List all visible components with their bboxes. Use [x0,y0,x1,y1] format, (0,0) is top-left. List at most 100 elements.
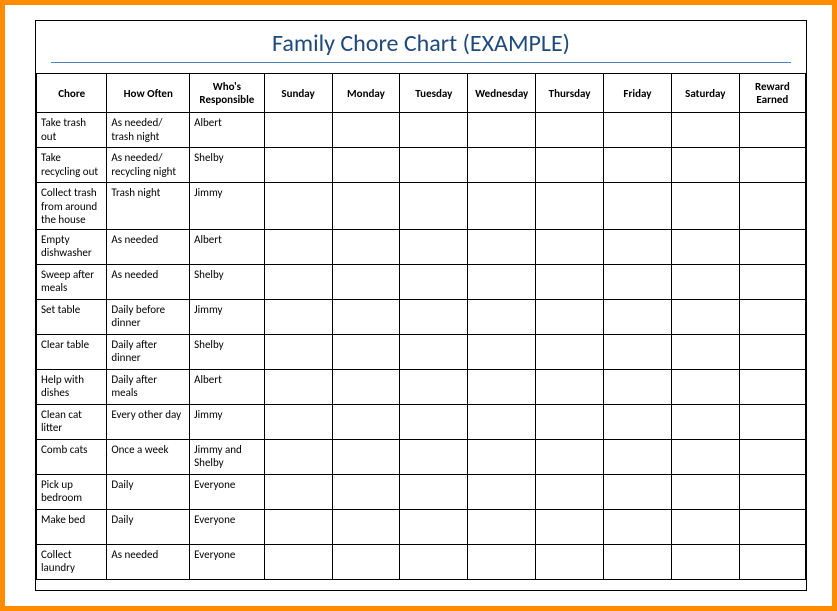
cell-saturday [671,299,739,334]
cell-who: Everyone [190,544,265,579]
cell-who: Shelby [190,264,265,299]
cell-chore: Take trash out [37,113,107,148]
cell-tuesday [400,264,468,299]
table-row: Set tableDaily before dinnerJimmy [37,299,806,334]
cell-chore: Clean cat litter [37,404,107,439]
cell-how-often: Daily after dinner [107,334,190,369]
cell-thursday [536,299,604,334]
cell-saturday [671,113,739,148]
cell-monday [332,334,400,369]
cell-friday [604,509,672,544]
cell-monday [332,509,400,544]
cell-tuesday [400,369,468,404]
header-chore: Chore [37,74,107,113]
table-row: Make bedDailyEveryone [37,509,806,544]
cell-monday [332,113,400,148]
cell-friday [604,264,672,299]
cell-who: Jimmy and Shelby [190,439,265,474]
cell-friday [604,229,672,264]
cell-sunday [264,509,332,544]
cell-wednesday [468,113,536,148]
cell-saturday [671,264,739,299]
cell-saturday [671,509,739,544]
cell-sunday [264,439,332,474]
cell-thursday [536,148,604,183]
chore-table: Chore How Often Who's Responsible Sunday… [36,73,806,580]
cell-reward [739,404,805,439]
title-divider [51,62,791,63]
cell-chore: Empty dishwasher [37,229,107,264]
cell-how-often: As needed [107,544,190,579]
table-row: Collect trash from around the houseTrash… [37,183,806,230]
cell-tuesday [400,404,468,439]
table-row: Empty dishwasherAs neededAlbert [37,229,806,264]
cell-saturday [671,369,739,404]
cell-how-often: Trash night [107,183,190,230]
cell-thursday [536,183,604,230]
cell-how-often: As needed [107,229,190,264]
cell-friday [604,334,672,369]
cell-how-often: Daily before dinner [107,299,190,334]
cell-chore: Sweep after meals [37,264,107,299]
cell-reward [739,183,805,230]
cell-how-often: As needed [107,264,190,299]
cell-reward [739,299,805,334]
cell-wednesday [468,264,536,299]
cell-reward [739,148,805,183]
cell-thursday [536,334,604,369]
cell-chore: Collect trash from around the house [37,183,107,230]
cell-sunday [264,148,332,183]
cell-how-often: Once a week [107,439,190,474]
table-header-row: Chore How Often Who's Responsible Sunday… [37,74,806,113]
cell-wednesday [468,148,536,183]
table-row: Sweep after mealsAs neededShelby [37,264,806,299]
cell-tuesday [400,474,468,509]
cell-saturday [671,183,739,230]
cell-wednesday [468,439,536,474]
cell-reward [739,113,805,148]
cell-chore: Take recycling out [37,148,107,183]
cell-thursday [536,229,604,264]
cell-chore: Comb cats [37,439,107,474]
cell-reward [739,264,805,299]
cell-thursday [536,369,604,404]
cell-tuesday [400,183,468,230]
cell-who: Everyone [190,509,265,544]
cell-reward [739,229,805,264]
cell-monday [332,369,400,404]
cell-monday [332,264,400,299]
cell-who: Shelby [190,334,265,369]
cell-sunday [264,183,332,230]
cell-who: Albert [190,113,265,148]
cell-saturday [671,439,739,474]
table-row: Take trash outAs needed/ trash nightAlbe… [37,113,806,148]
cell-saturday [671,474,739,509]
cell-thursday [536,113,604,148]
document-frame: Family Chore Chart (EXAMPLE) Chore How O… [0,0,837,611]
header-wednesday: Wednesday [468,74,536,113]
cell-reward [739,474,805,509]
document-content: Family Chore Chart (EXAMPLE) Chore How O… [35,20,807,591]
cell-sunday [264,369,332,404]
cell-thursday [536,439,604,474]
cell-friday [604,544,672,579]
cell-friday [604,439,672,474]
cell-how-often: Daily [107,509,190,544]
cell-chore: Clear table [37,334,107,369]
cell-friday [604,148,672,183]
header-saturday: Saturday [671,74,739,113]
cell-how-often: Daily [107,474,190,509]
cell-friday [604,369,672,404]
cell-chore: Collect laundry [37,544,107,579]
header-thursday: Thursday [536,74,604,113]
cell-chore: Help with dishes [37,369,107,404]
cell-wednesday [468,183,536,230]
cell-who: Jimmy [190,183,265,230]
cell-wednesday [468,369,536,404]
cell-tuesday [400,299,468,334]
header-reward-earned: Reward Earned [739,74,805,113]
cell-tuesday [400,148,468,183]
cell-saturday [671,148,739,183]
table-row: Clear tableDaily after dinnerShelby [37,334,806,369]
cell-friday [604,299,672,334]
